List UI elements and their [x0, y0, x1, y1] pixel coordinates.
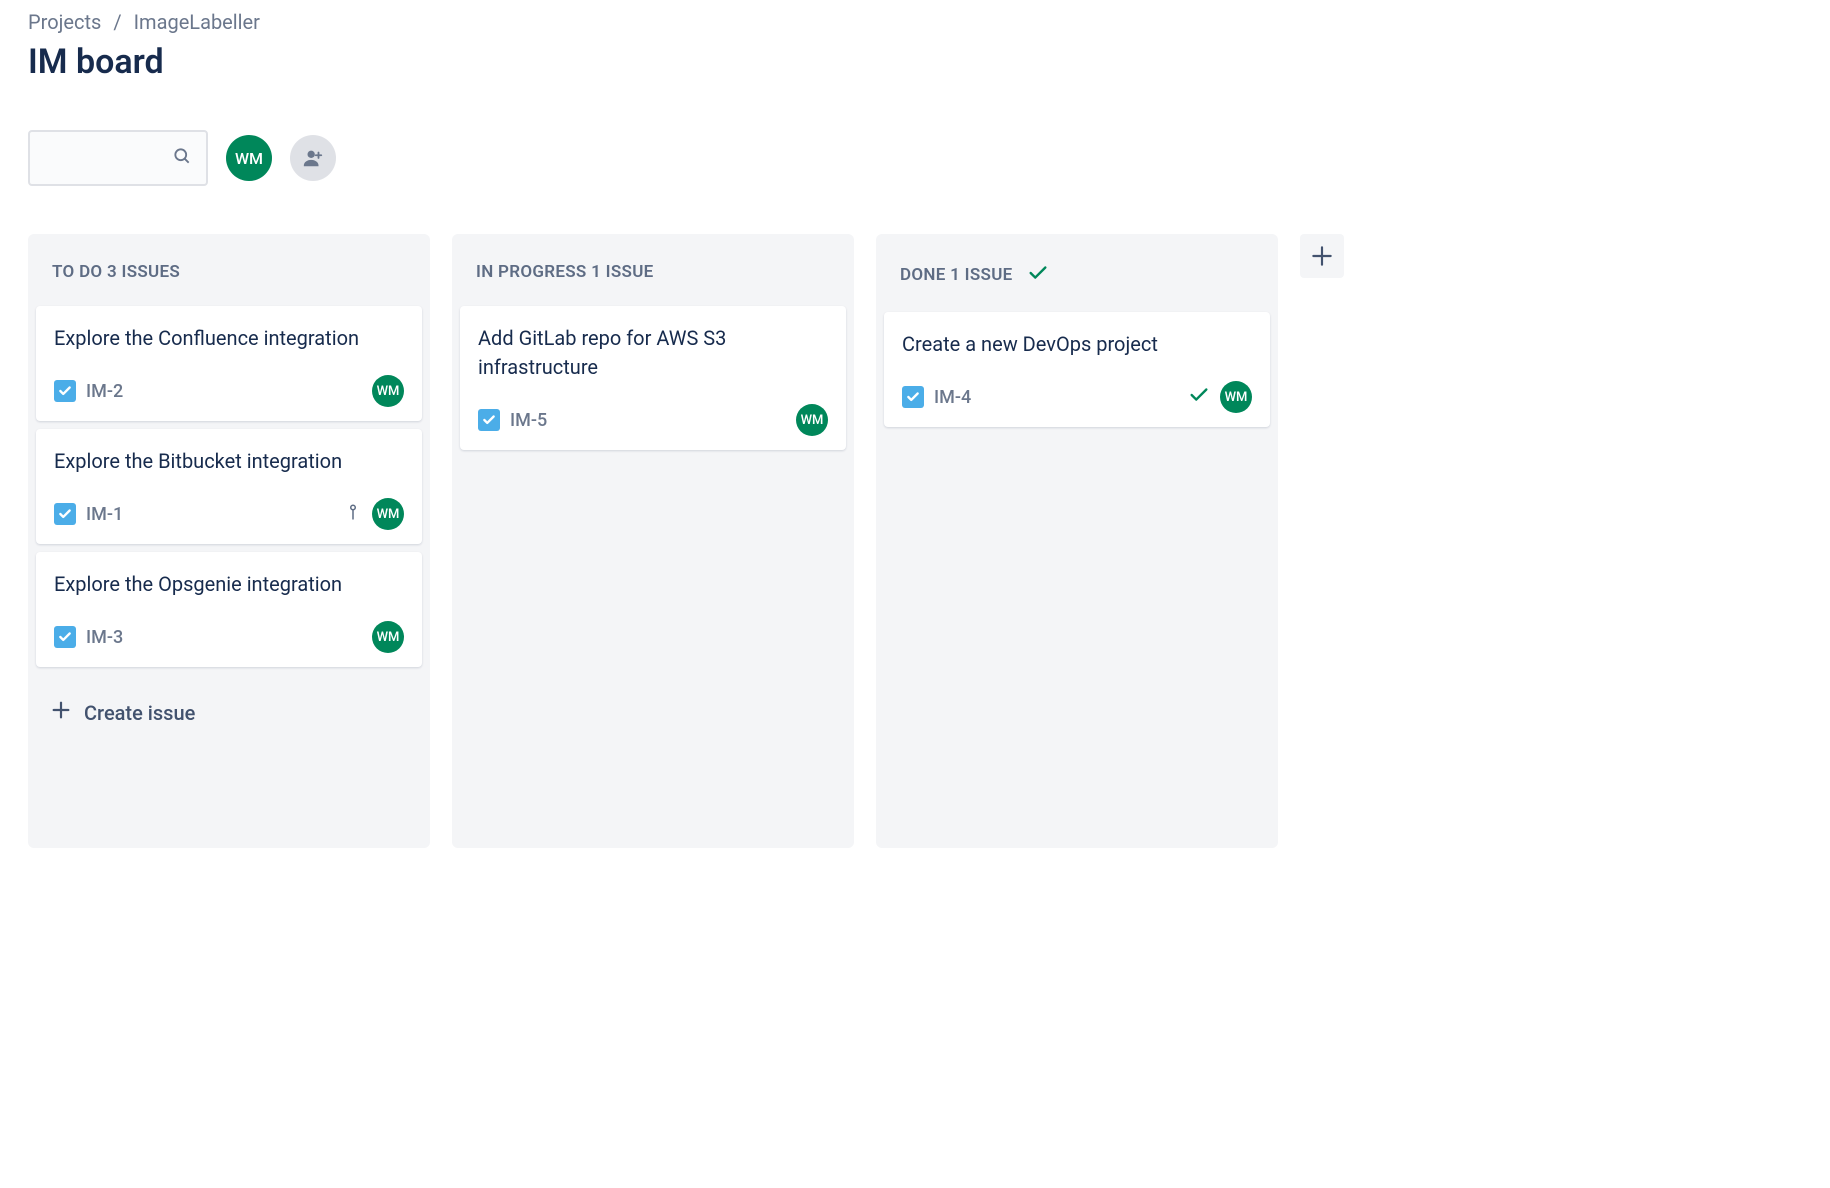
card-footer: IM-3 WM	[54, 621, 404, 653]
issue-card[interactable]: Add GitLab repo for AWS S3 infrastructur…	[460, 306, 846, 450]
card-footer: IM-1 WM	[54, 498, 404, 530]
card-title: Explore the Opsgenie integration	[54, 570, 404, 599]
card-title: Add GitLab repo for AWS S3 infrastructur…	[478, 324, 828, 382]
task-type-icon	[54, 626, 76, 648]
issue-card[interactable]: Explore the Opsgenie integration IM-3 WM	[36, 552, 422, 667]
column-header: DONE 1 ISSUE	[884, 242, 1270, 312]
card-footer: IM-5 WM	[478, 404, 828, 436]
priority-icon	[344, 503, 362, 525]
assignee-avatar[interactable]: WM	[796, 404, 828, 436]
breadcrumb: Projects / ImageLabeller	[28, 10, 1802, 34]
task-type-icon	[902, 386, 924, 408]
column-inprogress: IN PROGRESS 1 ISSUE Add GitLab repo for A…	[452, 234, 854, 848]
task-type-icon	[54, 503, 76, 525]
add-column-button[interactable]	[1300, 234, 1344, 278]
column-header: TO DO 3 ISSUES	[36, 242, 422, 306]
create-issue-button[interactable]: Create issue	[36, 683, 422, 742]
issue-card[interactable]: Explore the Bitbucket integration IM-1 WM	[36, 429, 422, 544]
card-title: Create a new DevOps project	[902, 330, 1252, 359]
search-input[interactable]	[44, 149, 172, 167]
issue-key[interactable]: IM-4	[934, 387, 971, 408]
breadcrumb-project-link[interactable]: ImageLabeller	[134, 10, 260, 34]
issue-key[interactable]: IM-2	[86, 381, 123, 402]
issue-key[interactable]: IM-5	[510, 410, 547, 431]
plus-icon	[50, 699, 72, 726]
card-title: Explore the Bitbucket integration	[54, 447, 404, 476]
column-title: DONE 1 ISSUE	[900, 265, 1013, 285]
card-footer: IM-4 WM	[902, 381, 1252, 413]
card-title: Explore the Confluence integration	[54, 324, 404, 353]
assignee-avatar[interactable]: WM	[372, 621, 404, 653]
task-type-icon	[478, 409, 500, 431]
card-footer: IM-2 WM	[54, 375, 404, 407]
issue-key[interactable]: IM-1	[86, 504, 123, 525]
search-icon	[172, 146, 192, 170]
assignee-avatar[interactable]: WM	[1220, 381, 1252, 413]
issue-card[interactable]: Create a new DevOps project IM-4 WM	[884, 312, 1270, 427]
filter-row: WM	[28, 130, 1802, 186]
check-icon	[1027, 262, 1049, 288]
add-people-button[interactable]	[290, 135, 336, 181]
user-avatar[interactable]: WM	[226, 135, 272, 181]
task-type-icon	[54, 380, 76, 402]
issue-card[interactable]: Explore the Confluence integration IM-2 WM	[36, 306, 422, 421]
column-todo: TO DO 3 ISSUES Explore the Confluence int…	[28, 234, 430, 848]
column-done: DONE 1 ISSUE Create a new DevOps project I…	[876, 234, 1278, 848]
breadcrumb-projects-link[interactable]: Projects	[28, 10, 101, 34]
assignee-avatar[interactable]: WM	[372, 498, 404, 530]
column-header: IN PROGRESS 1 ISSUE	[460, 242, 846, 306]
column-title: IN PROGRESS 1 ISSUE	[476, 262, 654, 282]
create-issue-label: Create issue	[84, 701, 195, 725]
page-title: IM board	[28, 42, 1802, 82]
issue-key[interactable]: IM-3	[86, 627, 123, 648]
search-box[interactable]	[28, 130, 208, 186]
column-title: TO DO 3 ISSUES	[52, 262, 180, 282]
kanban-board: TO DO 3 ISSUES Explore the Confluence int…	[28, 234, 1802, 848]
breadcrumb-separator: /	[113, 10, 121, 34]
assignee-avatar[interactable]: WM	[372, 375, 404, 407]
check-icon	[1188, 384, 1210, 410]
